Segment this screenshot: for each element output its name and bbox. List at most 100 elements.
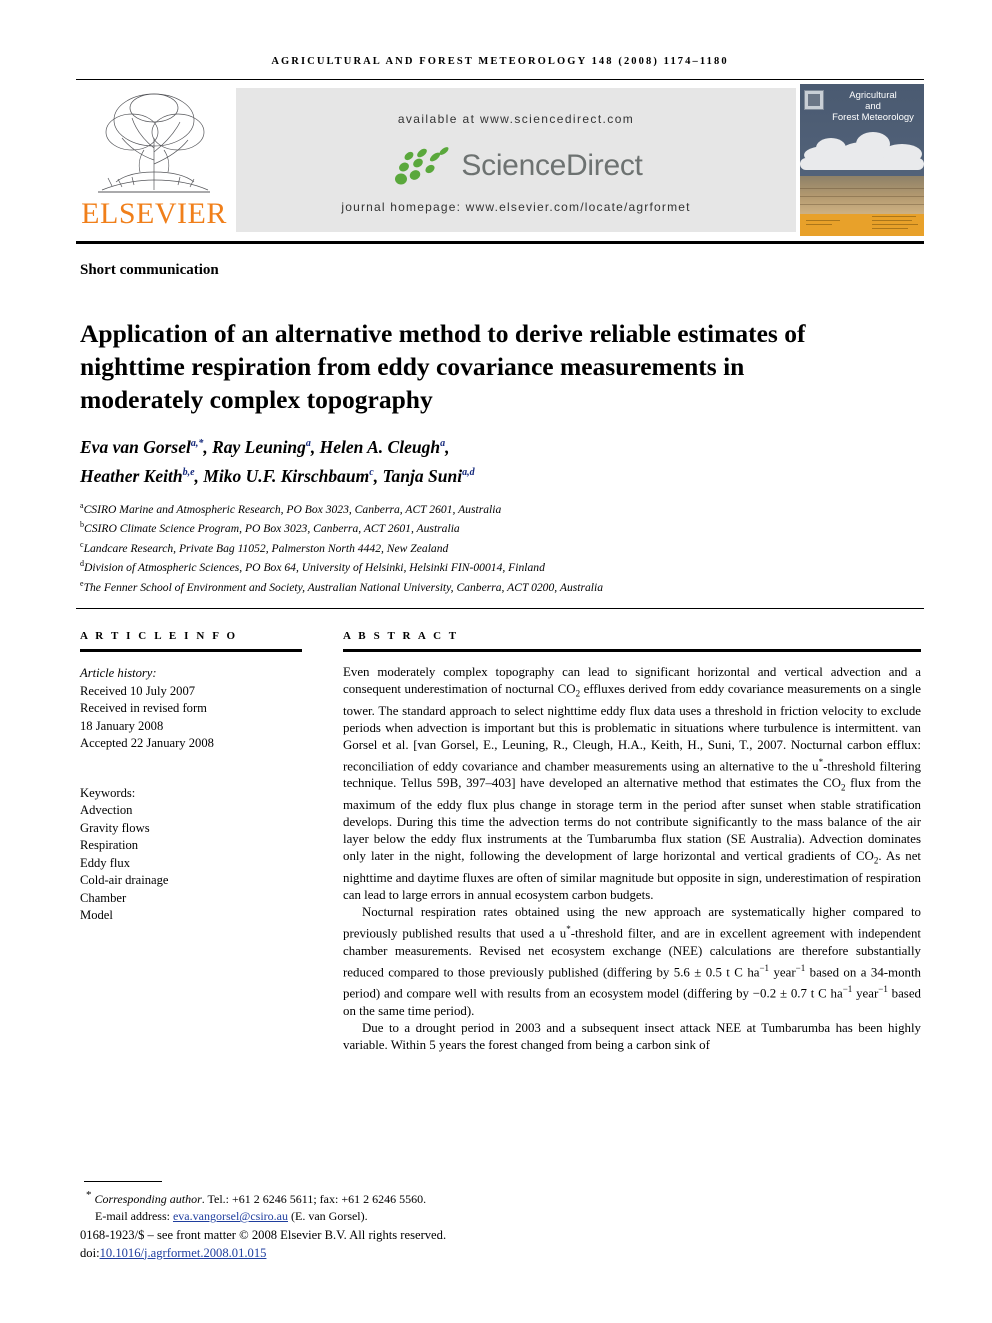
- issn-line: 0168-1923/$ – see front matter © 2008 El…: [80, 1228, 447, 1242]
- author-marks: a: [440, 438, 446, 449]
- doi-label: doi:: [80, 1245, 100, 1260]
- cover-cloud-base: [800, 158, 924, 170]
- email-owner: (E. van Gorsel).: [291, 1209, 368, 1223]
- cover-field-line: [800, 188, 924, 189]
- keyword-item: Gravity flows: [80, 820, 150, 835]
- author-marks: a,d: [462, 466, 475, 478]
- affiliation-text: Landcare Research, Private Bag 11052, Pa…: [83, 541, 449, 555]
- cover-fine-print: [872, 228, 908, 229]
- abstract-superscript: −1: [842, 984, 853, 995]
- article-info-heading: A R T I C L E I N F O: [80, 630, 238, 642]
- author-marks: a: [305, 438, 311, 449]
- affiliation-item: bCSIRO Climate Science Program, PO Box 3…: [80, 517, 880, 536]
- cover-fine-print: [806, 224, 832, 225]
- email-link[interactable]: eva.vangorsel@csiro.au: [173, 1209, 288, 1223]
- masthead-bottom-rule: [76, 241, 924, 244]
- cover-field-line: [800, 204, 924, 205]
- article-history-block: Article history: Received 10 July 2007 R…: [80, 665, 302, 753]
- keyword-item: Respiration: [80, 838, 139, 852]
- affiliation-item: aCSIRO Marine and Atmospheric Research, …: [80, 498, 880, 517]
- cover-publisher-badge-icon: [804, 90, 824, 110]
- article-history-label: Article history:: [80, 666, 157, 680]
- abstract-paragraph: Nocturnal respiration rates obtained usi…: [343, 904, 921, 1019]
- cover-fine-print: [872, 224, 918, 225]
- masthead-top-rule: [76, 79, 924, 80]
- cover-orange-band: [800, 214, 924, 236]
- author-name: Tanja Suni: [382, 465, 463, 486]
- keyword-item: Model: [80, 908, 113, 922]
- cover-field-line: [800, 196, 924, 197]
- journal-homepage-text: journal homepage: www.elsevier.com/locat…: [341, 200, 691, 214]
- abstract-column: A B S T R A C T Even moderately complex …: [343, 630, 921, 1054]
- available-at-text: available at www.sciencedirect.com: [397, 112, 635, 126]
- sciencedirect-logo: ScienceDirect: [236, 144, 796, 188]
- keyword-item: Advection: [80, 803, 133, 817]
- abstract-heading-rule: [343, 649, 921, 652]
- article-info-column: A R T I C L E I N F O Article history: R…: [80, 630, 302, 925]
- corresponding-author-contact: . Tel.: +61 2 6246 5611; fax: +61 2 6246…: [201, 1192, 427, 1206]
- corresponding-author-note: * Corresponding author. Tel.: +61 2 6246…: [86, 1187, 606, 1225]
- author-list: Eva van Gorsela,*, Ray Leuninga, Helen A…: [80, 436, 475, 486]
- elsevier-wordmark: ELSEVIER: [81, 197, 227, 230]
- author-marks: a,*: [190, 438, 204, 449]
- author-name: Ray Leuning: [212, 436, 306, 457]
- asterisk-icon: *: [86, 1189, 92, 1201]
- affiliation-text: CSIRO Marine and Atmospheric Research, P…: [83, 502, 502, 516]
- keywords-block: Keywords: Advection Gravity flows Respir…: [80, 785, 302, 925]
- cover-landscape: [800, 176, 924, 214]
- abstract-superscript: −1: [878, 984, 888, 995]
- author-marks: c: [369, 466, 374, 478]
- keyword-item: Eddy flux: [80, 855, 131, 870]
- affiliation-item: dDivision of Atmospheric Sciences, PO Bo…: [80, 556, 880, 575]
- sciencedirect-swoosh-icon: [395, 147, 449, 185]
- abstract-superscript: −1: [759, 962, 770, 973]
- paper-page: AGRICULTURAL AND FOREST METEOROLOGY 148 …: [0, 0, 992, 1323]
- cover-title: Agricultural and Forest Meteorology: [826, 90, 920, 123]
- affiliation-text: The Fenner School of Environment and Soc…: [83, 580, 604, 594]
- sciencedirect-panel: available at www.sciencedirect.com Scien…: [236, 88, 796, 232]
- abstract-superscript: −1: [795, 962, 806, 973]
- doi-line: doi:10.1016/j.agrformet.2008.01.015: [80, 1245, 640, 1263]
- cover-title-line-1: Agricultural: [849, 90, 897, 101]
- elsevier-logo: ELSEVIER: [76, 84, 232, 236]
- cover-title-line-2: and: [865, 101, 881, 112]
- article-history-item: 18 January 2008: [80, 718, 164, 733]
- author-name: Eva van Gorsel: [80, 436, 191, 457]
- masthead: ELSEVIER available at www.sciencedirect.…: [76, 84, 924, 236]
- abstract-text: year: [769, 965, 796, 980]
- email-label: E-mail address:: [95, 1209, 170, 1223]
- keywords-label: Keywords:: [80, 785, 136, 800]
- footnote-rule: [84, 1181, 162, 1182]
- cover-fine-print: [872, 220, 912, 221]
- article-history-item: Accepted 22 January 2008: [80, 736, 214, 750]
- running-head: AGRICULTURAL AND FOREST METEOROLOGY 148 …: [271, 56, 729, 67]
- author-marks: b,e: [182, 466, 195, 478]
- affiliation-item: eThe Fenner School of Environment and So…: [80, 576, 880, 595]
- abstract-paragraph: Due to a drought period in 2003 and a su…: [343, 1020, 921, 1052]
- keyword-item: Chamber: [80, 890, 127, 905]
- copyright-block: 0168-1923/$ – see front matter © 2008 El…: [80, 1227, 640, 1262]
- author-name: Miko U.F. Kirschbaum: [203, 465, 370, 486]
- abstract-heading: A B S T R A C T: [343, 630, 459, 642]
- keyword-item: Cold-air drainage: [80, 873, 169, 887]
- article-history-item: Received 10 July 2007: [80, 683, 196, 698]
- cover-title-line-3: Forest Meteorology: [832, 112, 914, 123]
- abstract-paragraph: Even moderately complex topography can l…: [343, 664, 921, 904]
- affiliation-list: aCSIRO Marine and Atmospheric Research, …: [80, 498, 880, 595]
- affiliation-text: Division of Atmospheric Sciences, PO Box…: [84, 561, 545, 575]
- cover-fine-print: [872, 216, 916, 217]
- journal-cover-thumbnail: Agricultural and Forest Meteorology: [800, 84, 924, 236]
- article-history-item: Received in revised form: [80, 701, 207, 715]
- author-name: Heather Keith: [80, 465, 183, 486]
- sciencedirect-wordmark: ScienceDirect: [461, 149, 643, 182]
- affiliation-item: cLandcare Research, Private Bag 11052, P…: [80, 537, 880, 556]
- author-name: Helen A. Cleugh: [319, 436, 441, 457]
- abstract-body: Even moderately complex topography can l…: [343, 664, 921, 1054]
- abstract-text: year: [852, 986, 879, 1001]
- elsevier-tree-icon: [82, 86, 226, 198]
- cover-fine-print: [806, 220, 840, 221]
- article-type-label: Short communication: [80, 262, 219, 278]
- info-section-rule: [76, 608, 924, 609]
- article-info-heading-rule: [80, 649, 302, 652]
- doi-link[interactable]: 10.1016/j.agrformet.2008.01.015: [100, 1246, 267, 1260]
